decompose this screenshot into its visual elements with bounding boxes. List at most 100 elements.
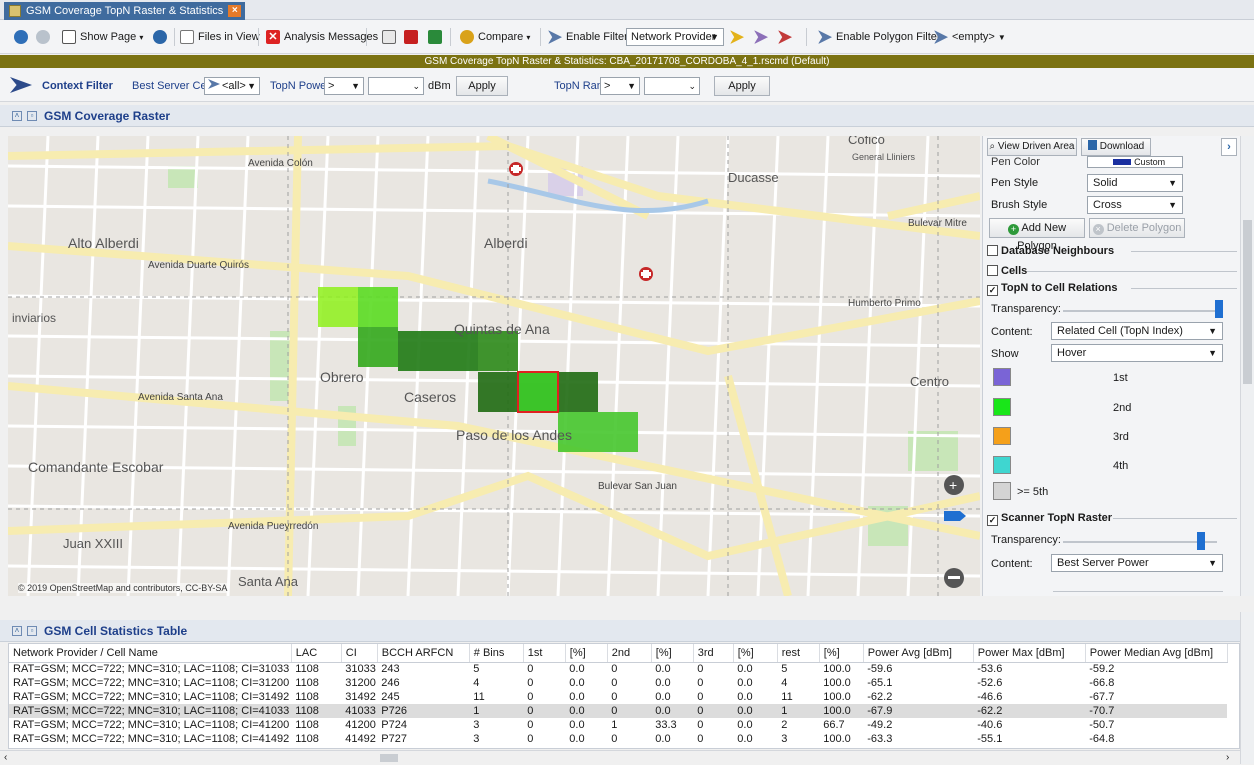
table-row[interactable]: RAT=GSM; MCC=722; MNC=310; LAC=1108; CI=… [9,676,1227,690]
topn-power-operator-select[interactable]: > ▼ [324,77,364,95]
legend-swatch-3rd[interactable] [993,427,1011,445]
topn-rank-operator-select[interactable]: > ▼ [600,77,640,95]
content2-select[interactable]: Best Server Power ▼ [1051,554,1223,572]
checkbox-unchecked[interactable] [987,265,998,276]
legend-swatch-1st[interactable] [993,368,1011,386]
table-row[interactable]: RAT=GSM; MCC=722; MNC=310; LAC=1108; CI=… [9,718,1227,732]
column-header[interactable]: [%] [733,644,778,663]
table-cell: 0 [697,719,704,731]
collapse-icon[interactable]: ˄ [12,111,22,121]
download-button[interactable]: Download [1081,138,1151,156]
pen-style-select[interactable]: Solid ▼ [1087,174,1183,192]
report-button[interactable] [382,27,400,47]
checkbox-unchecked[interactable] [987,245,998,256]
checkbox-checked[interactable]: ✓ [987,285,998,296]
polygon-select[interactable]: <empty> ▼ [934,27,1006,47]
map-label: Alto Alberdi [68,235,139,251]
show-page-button[interactable]: Show Page ▾ [62,27,143,47]
transparency-slider[interactable] [1063,310,1217,312]
compare-button[interactable]: Compare ▾ [460,27,530,47]
analysis-messages-button[interactable]: ✕ Analysis Messages [266,27,378,47]
column-header[interactable]: LAC [291,644,342,663]
collapse-icon[interactable]: ˄ [12,626,22,636]
table-cell: 0.0 [733,704,778,718]
legend-swatch-4th[interactable] [993,456,1011,474]
zoom-slider-thumb[interactable] [944,511,966,521]
document-tab[interactable]: GSM Coverage TopN Raster & Statistics × [4,2,246,20]
column-header[interactable]: [%] [819,644,864,663]
table-row[interactable]: RAT=GSM; MCC=722; MNC=310; LAC=1108; CI=… [9,690,1227,704]
column-header[interactable]: Power Avg [dBm] [863,644,974,663]
column-header[interactable]: Network Provider / Cell Name [9,644,292,663]
scroll-right-icon[interactable]: › [1226,752,1229,763]
legend-swatch-2nd[interactable] [993,398,1011,416]
column-header[interactable]: 3rd [693,644,734,663]
table-horizontal-scrollbar[interactable]: ‹ › [0,750,1240,764]
legend-swatch-5th[interactable] [993,482,1011,500]
globe-button[interactable] [153,27,171,47]
topn-power-value-select[interactable]: ⌄ [368,77,424,95]
table-header-row: Network Provider / Cell Name LAC CI BCCH AR… [9,644,1228,663]
filter-yellow-button[interactable] [730,27,748,47]
topn-rank-value-select[interactable]: ⌄ [644,77,700,95]
table-row[interactable]: RAT=GSM; MCC=722; MNC=310; LAC=1108; CI=… [9,732,1227,746]
column-header[interactable]: rest [777,644,820,663]
show-select[interactable]: Hover ▼ [1051,344,1223,362]
column-header[interactable]: Power Median Avg [dBm] [1085,644,1228,663]
content-select[interactable]: Related Cell (TopN Index) ▼ [1051,322,1223,340]
pdf-export-button[interactable] [404,27,422,47]
cells-toggle[interactable]: Cells [987,265,1027,277]
scroll-left-icon[interactable]: ‹ [4,752,7,763]
topn-to-cell-toggle[interactable]: ✓ TopN to Cell Relations [987,282,1118,296]
close-tab-icon[interactable]: × [228,5,242,17]
pen-color-select[interactable]: Custom [1087,156,1183,168]
panel-expand-icon[interactable]: › [1221,138,1237,156]
column-header[interactable]: 2nd [607,644,652,663]
transparency2-slider-thumb[interactable] [1197,532,1205,550]
delete-polygon-button[interactable]: × Delete Polygon [1089,218,1185,238]
database-neighbours-toggle[interactable]: Database Neighbours [987,245,1114,257]
brush-style-select[interactable]: Cross ▼ [1087,196,1183,214]
table-cell: 1 [469,704,524,718]
apply-power-button[interactable]: Apply [456,76,508,96]
page-vertical-scrollbar[interactable] [1240,612,1254,764]
float-panel-icon[interactable]: ▫ [27,111,37,121]
forward-button[interactable] [36,27,54,47]
enable-polygon-filter-button[interactable]: Enable Polygon Filter [818,27,941,47]
column-header[interactable]: # Bins [469,644,524,663]
filter-multi-button[interactable] [754,27,772,47]
float-panel-icon[interactable]: ▫ [27,626,37,636]
scrollbar-thumb[interactable] [1243,220,1252,384]
scrollbar-thumb[interactable] [380,754,398,762]
transparency-slider-thumb[interactable] [1215,300,1223,318]
column-header[interactable]: [%] [651,644,694,663]
column-header[interactable]: [%] [565,644,608,663]
column-header[interactable]: 1st [523,644,566,663]
table-cell: -52.6 [977,677,1003,689]
coverage-map[interactable]: Alto Alberdi Alberdi Quintas de Ana Obre… [8,136,980,596]
table-row[interactable]: RAT=GSM; MCC=722; MNC=310; LAC=1108; CI=… [9,704,1228,718]
column-header[interactable]: BCCH ARFCN [377,644,470,663]
table-row[interactable]: RAT=GSM; MCC=722; MNC=310; LAC=1108; CI=… [9,662,1227,676]
files-in-view-button[interactable]: Files in View [180,27,260,47]
raster-bin [398,331,438,371]
apply-rank-button[interactable]: Apply [714,76,770,96]
column-header[interactable]: Power Max [dBm] [973,644,1086,663]
back-button[interactable] [14,27,32,47]
column-header[interactable]: CI [341,644,378,663]
best-server-cell-select[interactable]: <all> ▼ [204,77,260,95]
enable-filter-button[interactable]: Enable Filter [548,27,628,47]
network-provider-select[interactable]: Network Provider ▼ [626,28,724,46]
excel-export-button[interactable] [428,27,446,47]
checkbox-checked[interactable]: ✓ [987,515,998,526]
scanner-topn-toggle[interactable]: ✓ Scanner TopN Raster [987,512,1112,526]
right-panel-scrollbar[interactable] [1240,136,1254,596]
view-driven-area-button[interactable]: ⌕ View Driven Area [987,138,1077,156]
content2-label: Content: [991,558,1033,570]
zoom-out-button[interactable] [944,568,964,588]
map-label: Centro [910,374,949,389]
add-new-polygon-button[interactable]: + Add New Polygon [989,218,1085,252]
transparency2-slider[interactable] [1063,541,1217,543]
filter-clear-button[interactable] [778,27,796,47]
zoom-in-button[interactable]: + [944,475,964,495]
